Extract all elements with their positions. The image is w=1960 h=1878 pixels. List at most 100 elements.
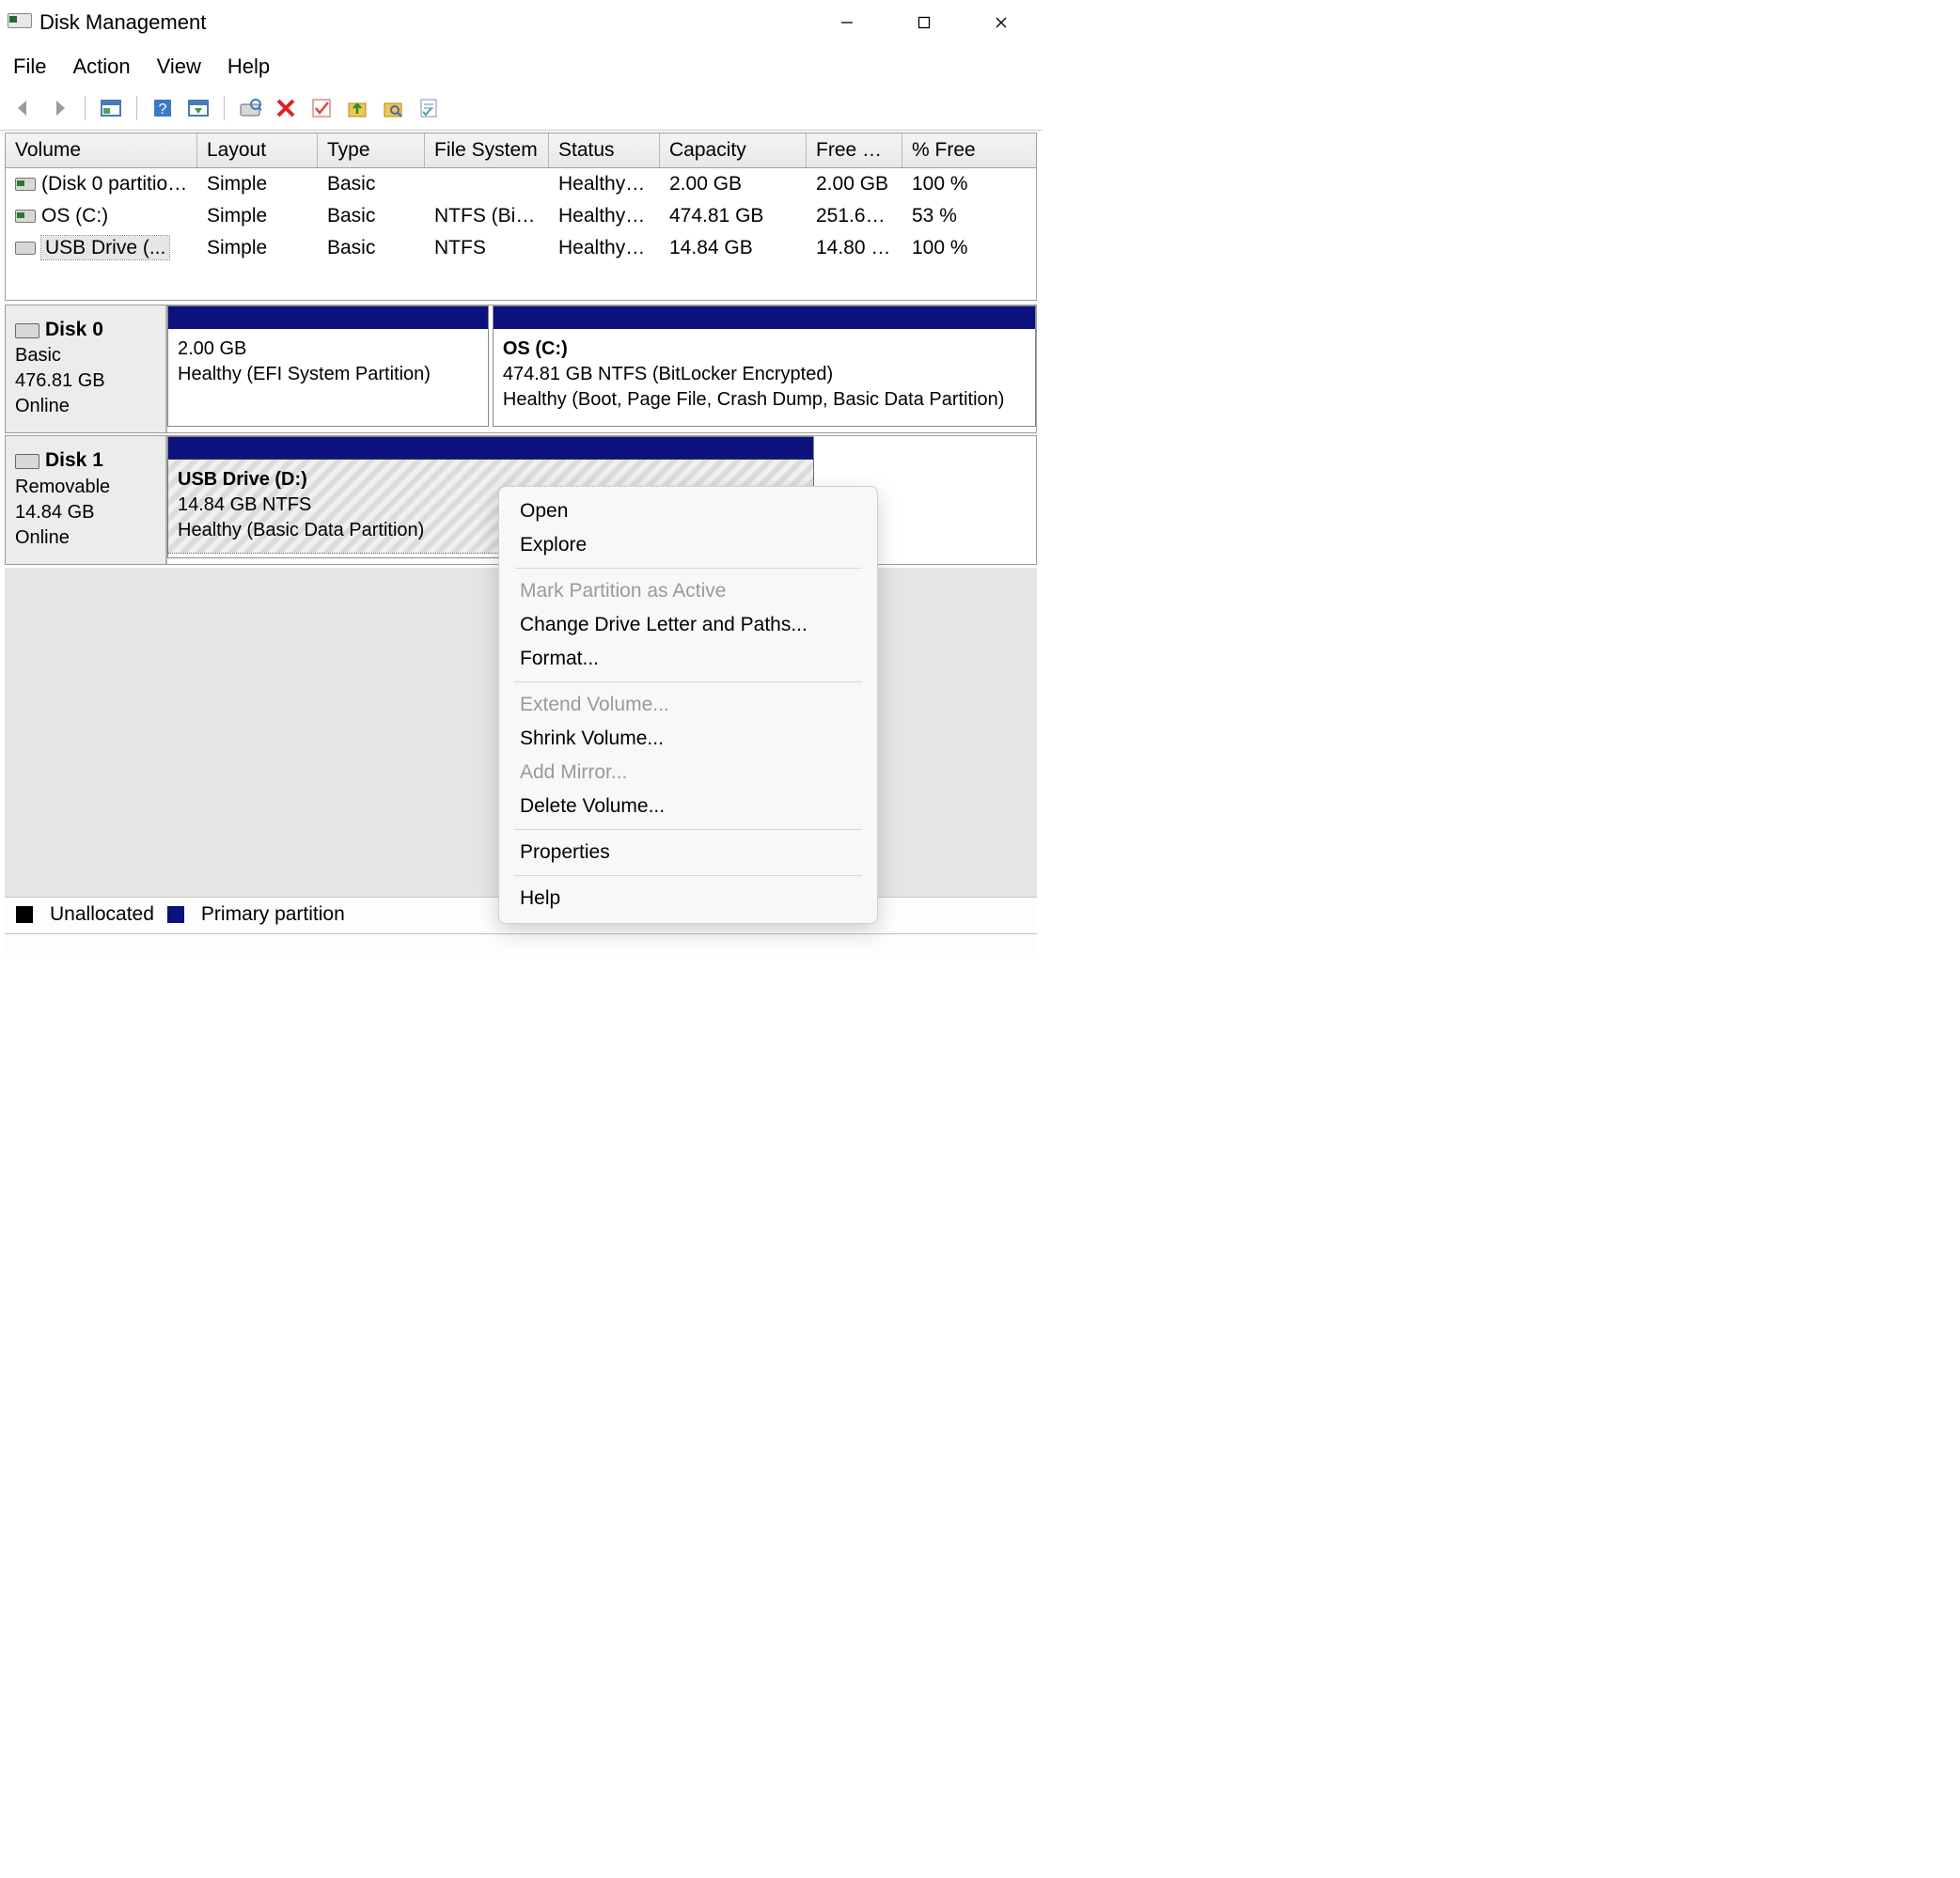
volume-layout: Simple: [197, 235, 318, 261]
status-bar: [5, 933, 1037, 960]
column-free[interactable]: Free Spa...: [807, 133, 902, 167]
drive-icon: [15, 210, 36, 223]
column-status[interactable]: Status: [549, 133, 660, 167]
action-list-button[interactable]: [184, 94, 212, 122]
partition-box[interactable]: OS (C:) 474.81 GB NTFS (BitLocker Encryp…: [493, 305, 1036, 427]
help-button[interactable]: ?: [149, 94, 177, 122]
legend-label-primary: Primary partition: [201, 903, 345, 926]
partition-title: OS (C:): [503, 336, 1026, 362]
volume-layout: Simple: [197, 203, 318, 229]
volume-fs: NTFS (BitLo...: [425, 203, 549, 229]
volume-type: Basic: [318, 235, 425, 261]
app-icon: [8, 13, 30, 32]
menu-item-mark-active: Mark Partition as Active: [499, 574, 877, 608]
volume-list: Volume Layout Type File System Status Ca…: [5, 133, 1037, 301]
drive-icon: [15, 178, 36, 191]
volume-row[interactable]: USB Drive (... Simple Basic NTFS Healthy…: [6, 232, 1036, 264]
refresh-button[interactable]: [236, 94, 264, 122]
disk-name: Disk 1: [45, 449, 103, 471]
properties-icon[interactable]: [415, 94, 443, 122]
volume-status: Healthy (B...: [549, 235, 660, 261]
partition-header-bar: [168, 306, 488, 329]
column-filesystem[interactable]: File System: [425, 133, 549, 167]
check-icon[interactable]: [307, 94, 336, 122]
maximize-button[interactable]: [908, 7, 940, 39]
menu-item-format[interactable]: Format...: [499, 642, 877, 676]
menu-view[interactable]: View: [157, 55, 201, 79]
menu-action[interactable]: Action: [72, 55, 130, 79]
volume-pct: 53 %: [902, 203, 1025, 229]
volume-fs: [425, 171, 549, 197]
volume-name: (Disk 0 partition 1): [41, 173, 197, 195]
folder-search-icon[interactable]: [379, 94, 407, 122]
menu-item-delete[interactable]: Delete Volume...: [499, 790, 877, 823]
menu-item-change-letter[interactable]: Change Drive Letter and Paths...: [499, 608, 877, 642]
menu-item-help[interactable]: Help: [499, 882, 877, 916]
menu-item-shrink[interactable]: Shrink Volume...: [499, 722, 877, 756]
title-bar: Disk Management: [0, 0, 1042, 45]
volume-status: Healthy (B...: [549, 203, 660, 229]
legend-swatch-unallocated: [16, 906, 33, 923]
volume-list-header: Volume Layout Type File System Status Ca…: [6, 133, 1036, 168]
disk-size: 14.84 GB: [15, 500, 156, 525]
volume-type: Basic: [318, 203, 425, 229]
volume-layout: Simple: [197, 171, 318, 197]
partition-size: 474.81 GB NTFS (BitLocker Encrypted): [503, 362, 1026, 387]
column-type[interactable]: Type: [318, 133, 425, 167]
disk-kind: Basic: [15, 343, 156, 368]
menu-item-properties[interactable]: Properties: [499, 836, 877, 869]
column-pct-free[interactable]: % Free: [902, 133, 1025, 167]
partition-size: 2.00 GB: [178, 336, 478, 362]
svg-text:?: ?: [159, 102, 167, 117]
legend-swatch-primary: [167, 906, 184, 923]
volume-row[interactable]: OS (C:) Simple Basic NTFS (BitLo... Heal…: [6, 200, 1036, 232]
partition-status: Healthy (EFI System Partition): [178, 362, 478, 387]
menu-item-extend: Extend Volume...: [499, 688, 877, 722]
volume-type: Basic: [318, 171, 425, 197]
delete-icon[interactable]: [272, 94, 300, 122]
forward-button[interactable]: [45, 94, 73, 122]
context-menu: Open Explore Mark Partition as Active Ch…: [498, 486, 878, 924]
volume-capacity: 2.00 GB: [660, 171, 807, 197]
volume-name: OS (C:): [41, 205, 108, 227]
disk-info-cell[interactable]: Disk 0 Basic 476.81 GB Online: [6, 305, 167, 432]
show-hide-console-tree-button[interactable]: [97, 94, 125, 122]
menu-help[interactable]: Help: [227, 55, 270, 79]
drive-icon: [15, 242, 36, 255]
volume-capacity: 14.84 GB: [660, 235, 807, 261]
close-button[interactable]: [985, 7, 1017, 39]
minimize-button[interactable]: [831, 7, 863, 39]
volume-pct: 100 %: [902, 235, 1025, 261]
disk-kind: Removable: [15, 475, 156, 500]
menu-bar: File Action View Help: [0, 45, 1042, 90]
disk-name: Disk 0: [45, 319, 103, 340]
volume-name: USB Drive (...: [41, 236, 169, 259]
disk-state: Online: [15, 394, 156, 419]
volume-free: 2.00 GB: [807, 171, 902, 197]
folder-up-icon[interactable]: [343, 94, 371, 122]
column-volume[interactable]: Volume: [6, 133, 197, 167]
partition-box[interactable]: 2.00 GB Healthy (EFI System Partition): [167, 305, 489, 427]
disk-state: Online: [15, 525, 156, 551]
partition-header-bar: [494, 306, 1035, 329]
disk-size: 476.81 GB: [15, 368, 156, 394]
menu-item-add-mirror: Add Mirror...: [499, 756, 877, 790]
menu-item-explore[interactable]: Explore: [499, 528, 877, 562]
volume-capacity: 474.81 GB: [660, 203, 807, 229]
volume-pct: 100 %: [902, 171, 1025, 197]
volume-fs: NTFS: [425, 235, 549, 261]
window-title: Disk Management: [39, 10, 206, 35]
back-button[interactable]: [9, 94, 38, 122]
volume-free: 14.80 GB: [807, 235, 902, 261]
volume-free: 251.63 GB: [807, 203, 902, 229]
menu-file[interactable]: File: [13, 55, 46, 79]
partition-status: Healthy (Boot, Page File, Crash Dump, Ba…: [503, 387, 1026, 413]
menu-item-open[interactable]: Open: [499, 494, 877, 528]
volume-status: Healthy (E...: [549, 171, 660, 197]
volume-row[interactable]: (Disk 0 partition 1) Simple Basic Health…: [6, 168, 1036, 200]
disk-icon: [15, 323, 39, 338]
disk-info-cell[interactable]: Disk 1 Removable 14.84 GB Online: [6, 436, 167, 563]
column-capacity[interactable]: Capacity: [660, 133, 807, 167]
disk-icon: [15, 454, 39, 469]
column-layout[interactable]: Layout: [197, 133, 318, 167]
